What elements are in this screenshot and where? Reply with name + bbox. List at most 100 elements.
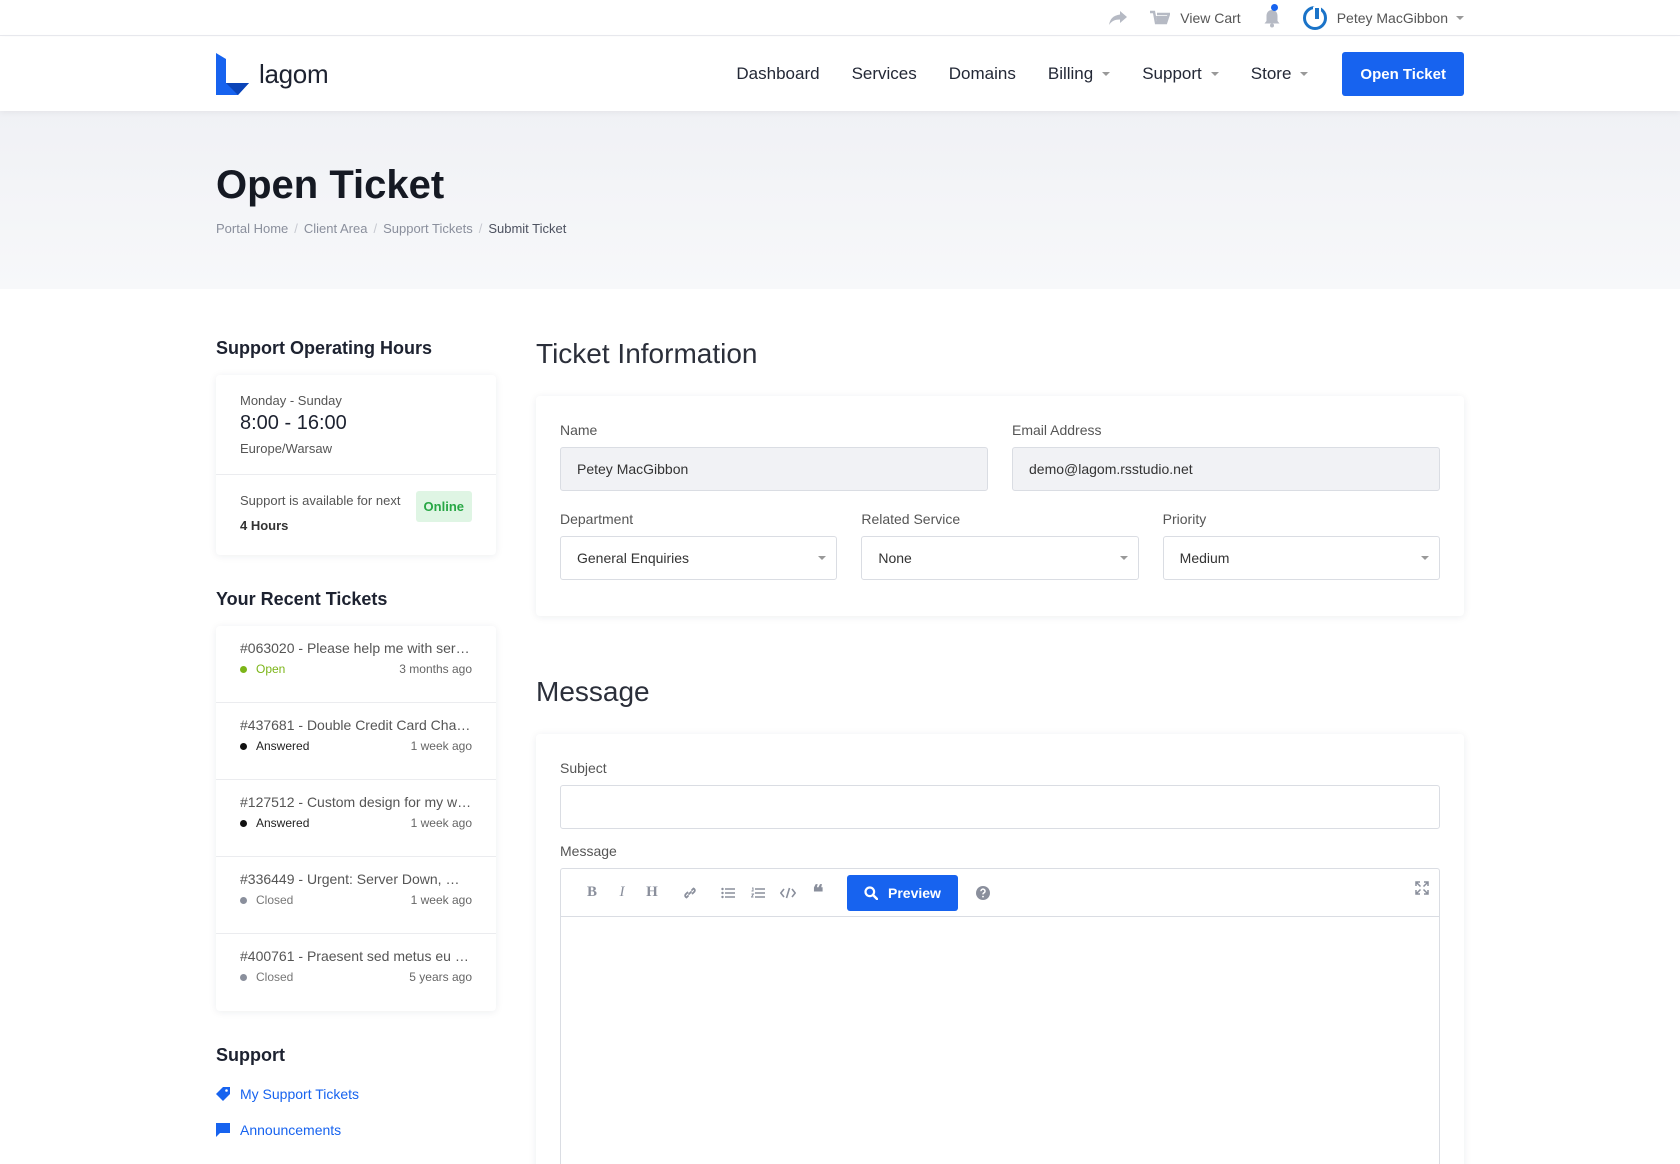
- lagom-logo-icon: [216, 53, 249, 95]
- message-section-title: Message: [536, 676, 650, 707]
- message-label: Message: [560, 843, 617, 859]
- status-dot: [240, 973, 247, 981]
- hours-timezone: Europe/Warsaw: [240, 441, 332, 456]
- link-icon[interactable]: [675, 878, 705, 908]
- message-card: Subject Message B I H ❝ Preview: [536, 734, 1464, 1164]
- status-dot: [240, 742, 247, 750]
- breadcrumb-separator: /: [373, 221, 378, 236]
- breadcrumb-portal-home[interactable]: Portal Home: [216, 221, 288, 236]
- share-icon[interactable]: [1108, 10, 1128, 26]
- brand-logo[interactable]: lagom: [216, 53, 329, 95]
- nav-store[interactable]: Store: [1251, 64, 1309, 84]
- fullscreen-icon[interactable]: [1415, 881, 1429, 900]
- code-icon[interactable]: [773, 878, 803, 908]
- nav-dashboard-label: Dashboard: [736, 64, 820, 83]
- ticket-status-label: Answered: [256, 816, 310, 830]
- nav-domains[interactable]: Domains: [949, 64, 1016, 84]
- ticket-icon: [216, 1087, 230, 1101]
- support-section-title: Support: [216, 1045, 285, 1065]
- sidebar: Support Operating Hours Monday - Sunday …: [216, 338, 496, 1138]
- related-service-select[interactable]: None: [861, 536, 1139, 580]
- hours-time: 8:00 - 16:00: [240, 412, 347, 434]
- notification-dot: [1270, 4, 1278, 11]
- ticket-title: #127512 - Custom design for my website: [240, 794, 472, 810]
- notifications-bell-icon[interactable]: [1263, 4, 1281, 28]
- ticket-status-label: Open: [256, 662, 286, 676]
- brand-name: lagom: [259, 58, 329, 89]
- nav-domains-label: Domains: [948, 64, 1016, 83]
- user-name: Petey MacGibbon: [1336, 10, 1448, 26]
- numbered-list-icon[interactable]: [743, 878, 773, 908]
- chevron-down-icon: [1102, 72, 1111, 76]
- user-menu[interactable]: Petey MacGibbon: [1302, 6, 1464, 30]
- ticket-title: #063020 - Please help me with server: [240, 640, 472, 656]
- ticket-list-item[interactable]: #336449 - Urgent: Server Down, Website C…: [216, 857, 496, 934]
- email-label: Email Address: [1012, 422, 1102, 438]
- breadcrumb-client-area[interactable]: Client Area: [304, 221, 368, 236]
- status-dot: [240, 896, 247, 904]
- chevron-down-icon: [1420, 556, 1429, 560]
- breadcrumb-separator: /: [294, 221, 298, 236]
- ticket-status: Answered: [240, 739, 309, 753]
- ticket-title: #437681 - Double Credit Card Charge: [240, 717, 472, 733]
- ticket-status: Closed: [240, 970, 293, 984]
- cart-icon: [1150, 10, 1171, 25]
- priority-label: Priority: [1162, 511, 1207, 527]
- subject-input[interactable]: [560, 785, 1440, 829]
- ticket-list-item[interactable]: #437681 - Double Credit Card Charge Answ…: [216, 703, 496, 780]
- editor-toolbar: B I H ❝ Preview: [561, 869, 1439, 917]
- email-field[interactable]: demo@lagom.rsstudio.net: [1012, 447, 1440, 491]
- status-badge: Online: [415, 491, 472, 522]
- view-cart-link[interactable]: View Cart: [1150, 10, 1241, 26]
- ticket-list-item[interactable]: #127512 - Custom design for my website A…: [216, 780, 496, 857]
- announcements-label: Announcements: [240, 1122, 342, 1138]
- preview-button[interactable]: Preview: [847, 874, 958, 911]
- department-value: General Enquiries: [577, 550, 690, 566]
- chevron-down-icon: [1119, 556, 1128, 560]
- name-field[interactable]: Petey MacGibbon: [560, 447, 988, 491]
- ticket-title: #400761 - Praesent sed metus eu odio: [240, 948, 472, 964]
- related-service-value: None: [878, 550, 912, 566]
- ticket-time: 3 months ago: [399, 662, 472, 676]
- italic-icon[interactable]: I: [607, 878, 637, 908]
- priority-value: Medium: [1179, 550, 1230, 566]
- nav-support[interactable]: Support: [1142, 64, 1219, 84]
- message-editor[interactable]: B I H ❝ Preview: [560, 868, 1440, 1164]
- ticket-information-title: Ticket Information: [536, 338, 758, 369]
- status-dot: [240, 665, 247, 673]
- announcements-link[interactable]: Announcements: [216, 1122, 496, 1138]
- related-service-label: Related Service: [861, 511, 961, 527]
- heading-icon[interactable]: H: [637, 878, 667, 908]
- ticket-time: 1 week ago: [410, 739, 472, 753]
- nav-dashboard[interactable]: Dashboard: [736, 64, 819, 84]
- quote-icon[interactable]: ❝: [803, 878, 833, 908]
- ticket-list-item[interactable]: #063020 - Please help me with server Ope…: [216, 626, 496, 703]
- open-ticket-button[interactable]: Open Ticket: [1342, 52, 1464, 96]
- chevron-down-icon: [818, 556, 827, 560]
- announcement-icon: [216, 1123, 230, 1137]
- top-utility-bar: View Cart Petey MacGibbon: [0, 0, 1680, 36]
- main-content: Ticket Information Name Petey MacGibbon …: [536, 338, 1464, 1164]
- nav-services-label: Services: [851, 64, 917, 83]
- department-select[interactable]: General Enquiries: [560, 536, 838, 580]
- nav-services[interactable]: Services: [852, 64, 917, 84]
- priority-select[interactable]: Medium: [1162, 536, 1440, 580]
- ticket-title: #336449 - Urgent: Server Down, Website: [240, 871, 472, 887]
- ticket-status: Answered: [240, 816, 309, 830]
- department-label: Department: [560, 511, 634, 527]
- breadcrumb-submit-ticket: Submit Ticket: [488, 221, 567, 236]
- ticket-list-item[interactable]: #400761 - Praesent sed metus eu odio Clo…: [216, 934, 496, 1011]
- page-header: Open Ticket Portal Home / Client Area / …: [0, 111, 1680, 289]
- ticket-status: Open: [240, 662, 285, 676]
- bullet-list-icon[interactable]: [713, 878, 743, 908]
- ticket-status-label: Closed: [256, 970, 294, 984]
- nav-billing[interactable]: Billing: [1048, 64, 1111, 84]
- chevron-down-icon: [1300, 72, 1309, 76]
- nav-links: Dashboard Services Domains Billing Suppo…: [704, 52, 1464, 96]
- bold-icon[interactable]: B: [577, 878, 607, 908]
- my-support-tickets-link[interactable]: My Support Tickets: [216, 1086, 496, 1102]
- help-icon[interactable]: [968, 878, 998, 908]
- status-dot: [240, 819, 247, 827]
- ticket-status: Closed: [240, 893, 293, 907]
- breadcrumb-support-tickets[interactable]: Support Tickets: [383, 221, 473, 236]
